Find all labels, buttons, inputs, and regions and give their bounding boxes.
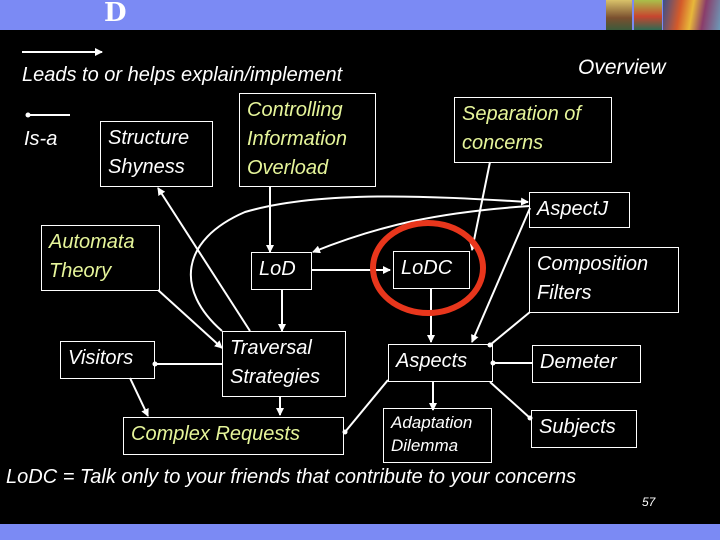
- page-number: 57: [642, 495, 656, 509]
- node-aspectj[interactable]: AspectJ: [529, 192, 630, 228]
- node-automata-theory[interactable]: Automata Theory: [41, 225, 160, 291]
- node-traversal-strategies[interactable]: Traversal Strategies: [222, 331, 346, 397]
- node-label-line: Automata: [49, 231, 135, 253]
- node-label-line: Shyness: [108, 156, 185, 178]
- node-label-line: Structure: [108, 127, 190, 149]
- logo: D: [104, 0, 127, 28]
- art-panel-1: [606, 0, 632, 30]
- node-composition-filters[interactable]: Composition Filters: [529, 247, 679, 313]
- node-label-line: Separation of: [462, 103, 581, 125]
- node-label-line: Dilemma: [391, 436, 459, 455]
- node-label-line: Strategies: [230, 366, 321, 388]
- node-label-line: Controlling: [247, 99, 343, 121]
- node-label-line: Information: [247, 128, 348, 150]
- edge-automata-traversal: [157, 289, 223, 349]
- edge-visitors-complex: [129, 377, 149, 417]
- node-adaptation-dilemma[interactable]: Adaptation Dilemma: [383, 408, 492, 463]
- edge-composition-aspects: [487, 311, 531, 348]
- node-label-line: Theory: [49, 260, 112, 282]
- node-label-line: Overload: [247, 157, 329, 179]
- node-structure-shyness[interactable]: Structure Shyness: [100, 121, 213, 187]
- edge-separation-lodc: [469, 161, 491, 251]
- node-visitors[interactable]: Visitors: [60, 341, 155, 379]
- node-label-line: Adaptation: [391, 413, 473, 432]
- footer-definition: LoDC = Talk only to your friends that co…: [6, 466, 577, 488]
- edge-aspectj-aspects: [471, 207, 531, 343]
- edge-aspects-complex: [342, 379, 389, 435]
- node-lod[interactable]: LoD: [251, 252, 312, 290]
- art-panel-3: [662, 0, 720, 30]
- legend-leads-label: Leads to or helps explain/implement: [22, 64, 343, 86]
- edge-aspects-subjects: [489, 381, 533, 421]
- node-complex-requests[interactable]: Complex Requests: [123, 417, 344, 455]
- node-label-line: Traversal: [230, 337, 312, 359]
- header-artwork: [606, 0, 720, 30]
- node-label-line: concerns: [462, 132, 544, 154]
- edge-traversal-structure: [157, 187, 251, 332]
- slide-title: Overview: [578, 56, 666, 79]
- node-aspects[interactable]: Aspects: [388, 344, 493, 382]
- node-lodc[interactable]: LoDC: [393, 251, 470, 289]
- art-panel-2: [633, 0, 662, 30]
- footer-band: [0, 524, 720, 540]
- node-separation-of-concerns[interactable]: Separation of concerns: [454, 97, 612, 163]
- edge-aspectj-lod: [312, 205, 531, 254]
- node-demeter[interactable]: Demeter: [532, 345, 641, 383]
- node-subjects[interactable]: Subjects: [531, 410, 637, 448]
- header-band: D: [0, 0, 720, 30]
- node-label-line: Filters: [537, 282, 592, 304]
- node-controlling-information-overload[interactable]: Controlling Information Overload: [239, 93, 376, 187]
- edge-traversal-aspectj-loop: [189, 195, 529, 332]
- node-label-line: Composition: [537, 253, 649, 275]
- legend-isa-label: Is-a: [24, 128, 58, 150]
